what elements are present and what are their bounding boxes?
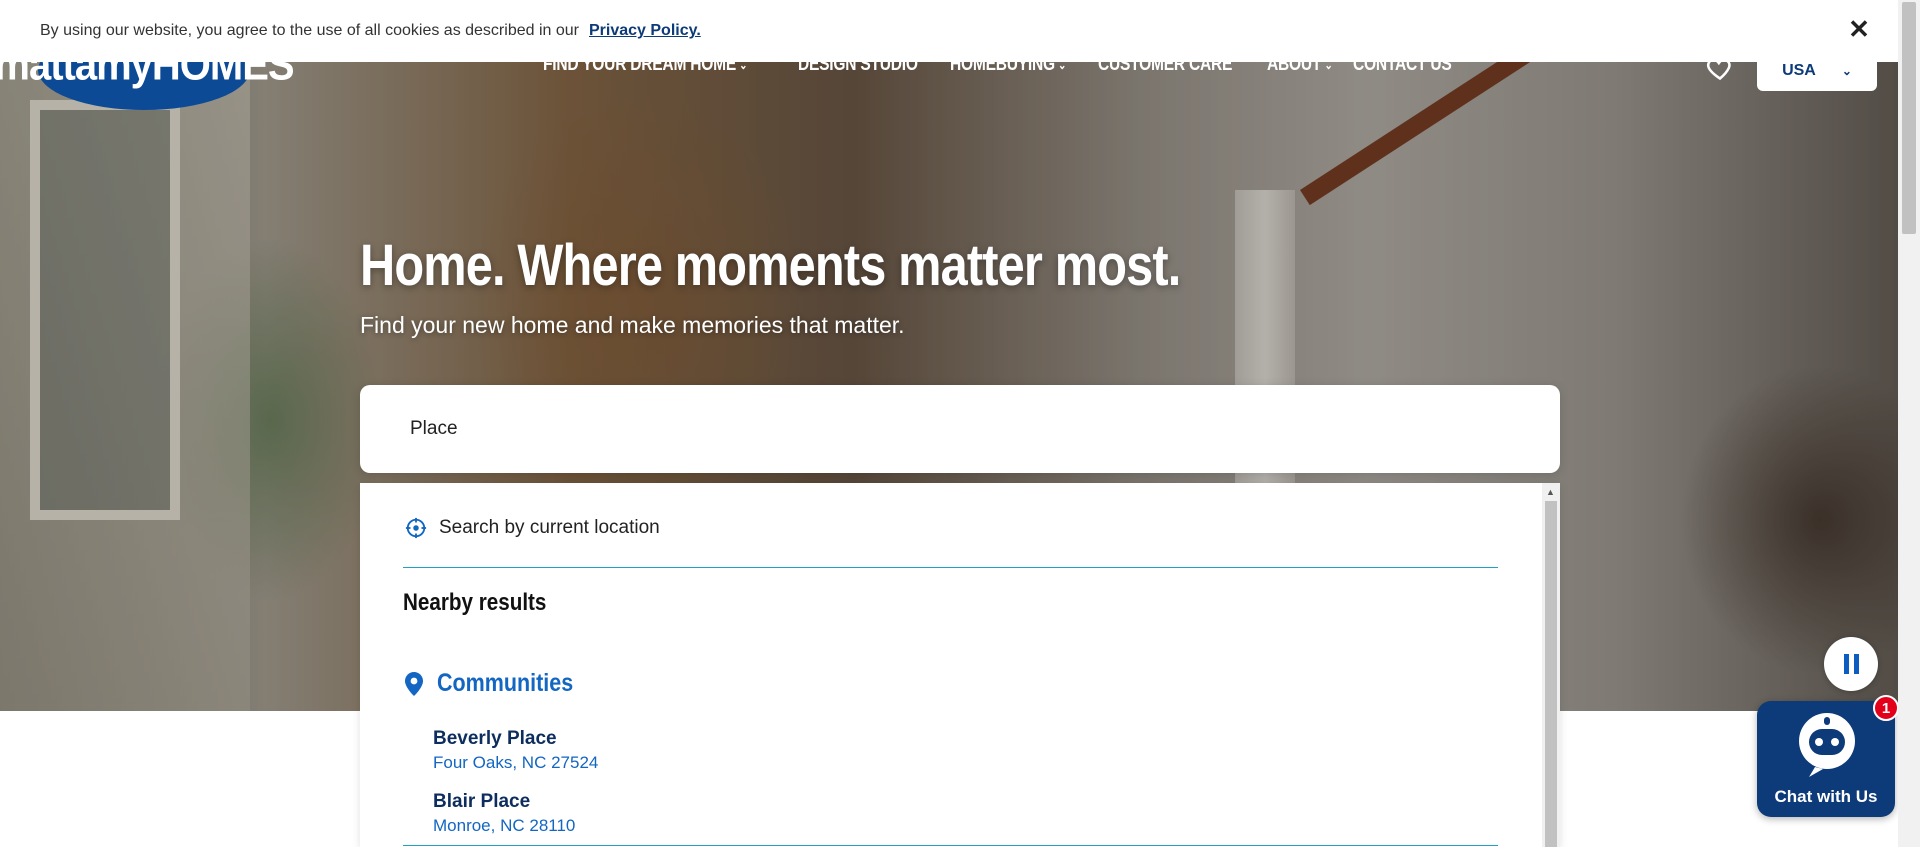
- result-location: Four Oaks, NC 27524: [433, 753, 599, 772]
- chevron-down-icon: ⌄: [1841, 63, 1852, 78]
- crosshair-icon: [405, 517, 427, 539]
- dropdown-scroll-thumb[interactable]: [1545, 501, 1557, 847]
- hero-headline: Home. Where moments matter most.: [360, 233, 1181, 298]
- communities-group-header: Communities: [405, 669, 595, 698]
- chat-label: Chat with Us: [1774, 787, 1878, 806]
- close-icon[interactable]: ✕: [1844, 14, 1874, 44]
- result-name: Blair Place: [433, 791, 531, 812]
- page-scroll-thumb[interactable]: [1902, 2, 1916, 234]
- communities-label: Communities: [437, 669, 574, 697]
- country-label: USA: [1782, 61, 1816, 79]
- search-current-location-option[interactable]: Search by current location: [405, 517, 660, 539]
- result-item[interactable]: Blair Place Monroe, NC 28110: [433, 791, 575, 836]
- search-suggestions-dropdown: Search by current location Nearby result…: [360, 483, 1560, 847]
- divider: [403, 567, 1498, 568]
- result-name: Beverly Place: [433, 728, 557, 749]
- search-bar: [360, 385, 1560, 473]
- video-pause-button[interactable]: [1824, 637, 1878, 691]
- chatbot-icon: [1799, 713, 1855, 777]
- result-item[interactable]: Beverly Place Four Oaks, NC 27524: [433, 728, 598, 773]
- page-scrollbar[interactable]: [1898, 0, 1920, 847]
- notification-badge: 1: [1873, 695, 1899, 721]
- scroll-up-arrow-icon[interactable]: ▲: [1546, 487, 1555, 497]
- current-location-label: Search by current location: [439, 517, 660, 538]
- privacy-policy-link[interactable]: Privacy Policy.: [589, 22, 701, 40]
- pause-icon: [1843, 654, 1859, 674]
- nearby-results-heading: Nearby results: [403, 589, 547, 616]
- hero-subline: Find your new home and make memories tha…: [360, 312, 905, 338]
- result-location: Monroe, NC 28110: [433, 816, 576, 835]
- cookie-banner: By using our website, you agree to the u…: [0, 0, 1898, 62]
- cookie-text: By using our website, you agree to the u…: [40, 22, 579, 39]
- chat-widget-button[interactable]: Chat with Us 1: [1757, 695, 1899, 817]
- divider: [403, 845, 1498, 846]
- map-pin-icon: [405, 671, 423, 696]
- search-input[interactable]: [410, 411, 1510, 447]
- dropdown-scrollbar[interactable]: ▲: [1542, 483, 1560, 847]
